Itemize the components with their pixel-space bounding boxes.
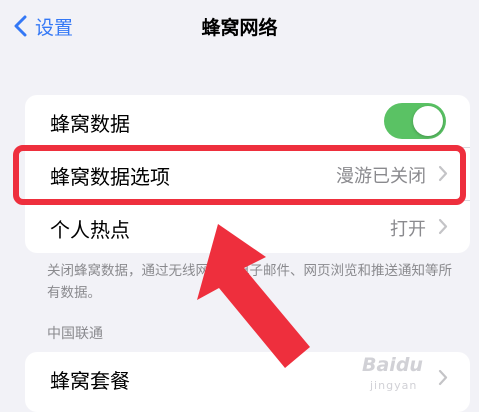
watermark: Baidu jingyan [362,352,472,402]
annotation-arrow [197,224,310,368]
watermark-text: Baidu [362,354,423,376]
watermark-subtext: jingyan [370,379,418,392]
